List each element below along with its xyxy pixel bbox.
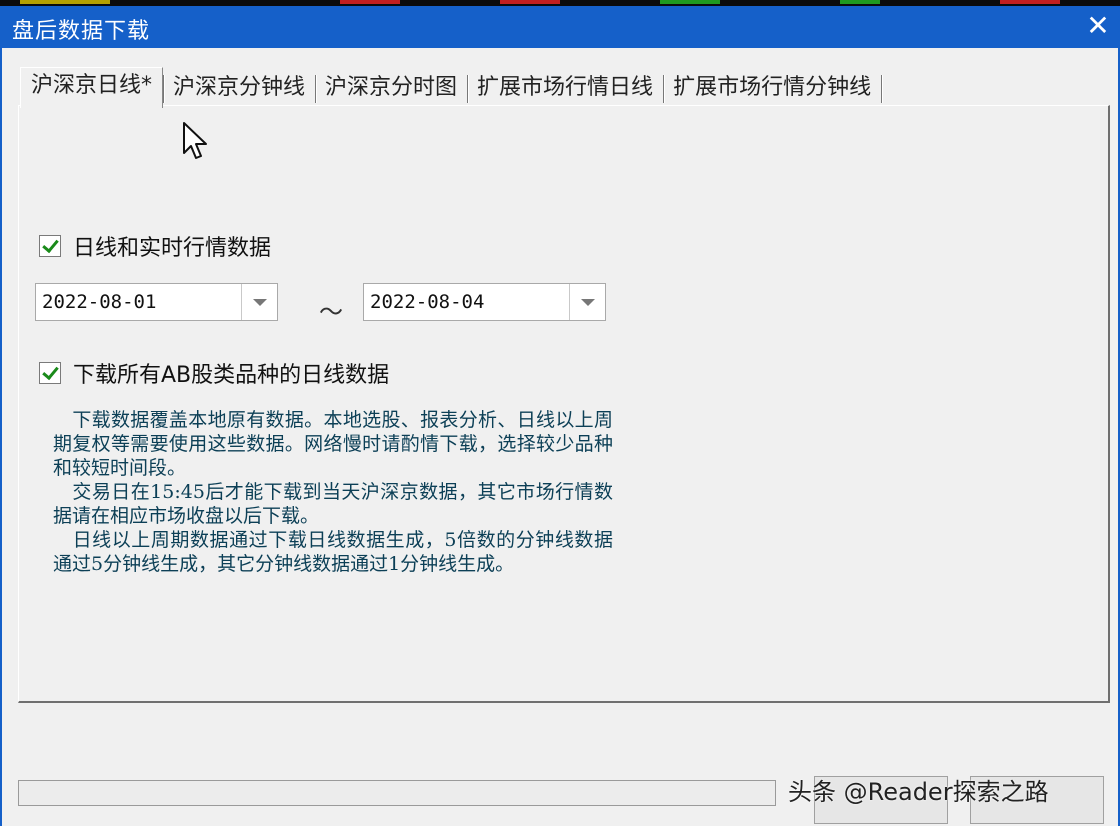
- tab-ext-daily[interactable]: 扩展市场行情日线: [467, 71, 663, 105]
- daily-data-label: 日线和实时行情数据: [73, 236, 272, 261]
- end-date-value: 2022-08-04: [370, 291, 485, 313]
- close-icon[interactable]: ✕: [1082, 10, 1114, 42]
- download-dialog: 沪深京日线* 沪深京分钟线 沪深京分时图 扩展市场行情日线 扩展市场行情分钟线 …: [0, 48, 1120, 826]
- tab-panel: 日线和实时行情数据 2022-08-01 ～ 2022-08-04 下载所有AB…: [18, 105, 1110, 703]
- daily-data-checkbox[interactable]: [39, 235, 61, 257]
- daily-data-option: 日线和实时行情数据: [39, 230, 271, 262]
- start-date-select[interactable]: 2022-08-01: [35, 283, 278, 321]
- note-paragraph: 日线以上周期数据通过下载日线数据生成，5倍数的分钟线数据通过5分钟线生成，其它分…: [53, 529, 613, 575]
- tab-minute[interactable]: 沪深京分钟线: [163, 71, 315, 105]
- watermark: 头条 @Reader探索之路: [788, 778, 1049, 806]
- tab-intraday[interactable]: 沪深京分时图: [315, 71, 467, 105]
- tab-ext-minute[interactable]: 扩展市场行情分钟线: [663, 71, 884, 105]
- start-date-value: 2022-08-01: [42, 291, 157, 313]
- chevron-down-icon[interactable]: [569, 284, 605, 320]
- end-date-select[interactable]: 2022-08-04: [363, 283, 606, 321]
- progress-bar: [18, 780, 776, 806]
- note-paragraph: 下载数据覆盖本地原有数据。本地选股、报表分析、日线以上周期复权等需要使用这些数据…: [53, 409, 613, 479]
- ab-stocks-label: 下载所有AB股类品种的日线数据: [73, 363, 390, 388]
- dialog-title: 盘后数据下载: [12, 19, 151, 44]
- chevron-down-icon[interactable]: [241, 284, 277, 320]
- ab-stocks-option: 下载所有AB股类品种的日线数据: [39, 357, 389, 389]
- tab-bar: 沪深京日线* 沪深京分钟线 沪深京分时图 扩展市场行情日线 扩展市场行情分钟线: [20, 67, 884, 108]
- dialog-title-bar: 盘后数据下载 ✕: [0, 6, 1120, 48]
- download-notes: 下载数据覆盖本地原有数据。本地选股、报表分析、日线以上周期复权等需要使用这些数据…: [53, 408, 613, 576]
- mouse-cursor-icon: [183, 122, 207, 159]
- tab-daily[interactable]: 沪深京日线*: [20, 67, 164, 108]
- note-paragraph: 交易日在15:45后才能下载到当天沪深京数据，其它市场行情数据请在相应市场收盘以…: [53, 481, 613, 527]
- ab-stocks-checkbox[interactable]: [39, 362, 61, 384]
- date-range-separator: ～: [319, 298, 343, 326]
